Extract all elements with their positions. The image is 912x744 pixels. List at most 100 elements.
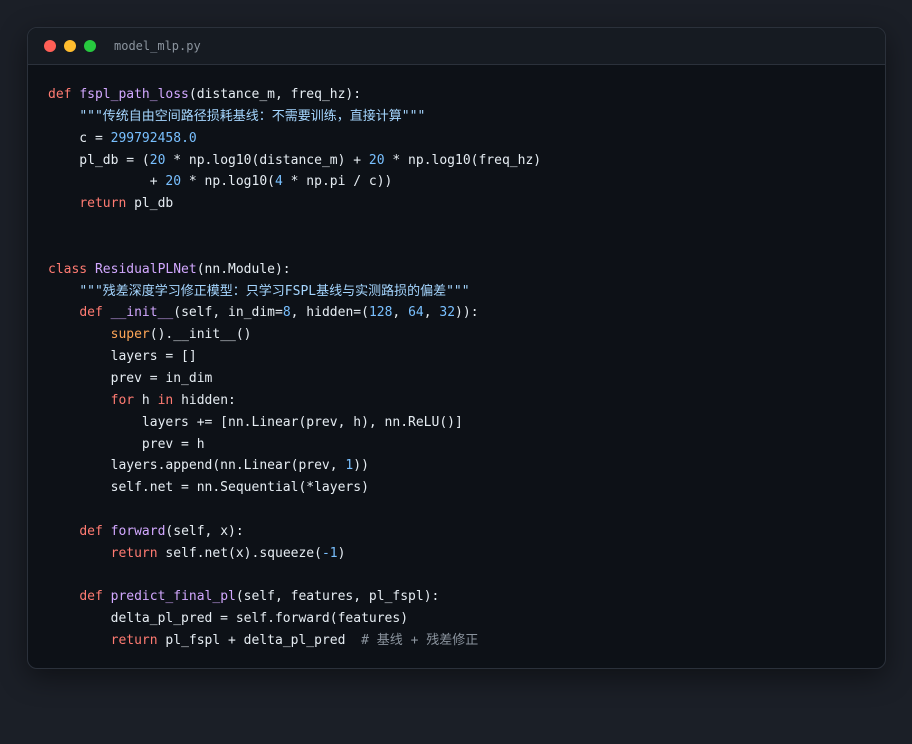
code-token: (self, x): <box>165 523 244 539</box>
code-token: prev = h <box>48 436 205 452</box>
code-token: 20 <box>165 174 182 190</box>
code-token: """残差深度学习修正模型：只学习FSPL基线与实测路损的偏差""" <box>79 283 470 299</box>
code-line: return pl_fspl + delta_pl_pred # 基线 + 残差… <box>48 630 541 652</box>
code-token: 299792458.0 <box>110 130 197 146</box>
code-token: -1 <box>321 545 338 561</box>
code-line: layers = [] <box>48 346 541 368</box>
code-token: (nn.Module): <box>196 261 291 277</box>
code-token: layers = [] <box>48 349 197 365</box>
code-token: (self, in_dim= <box>173 305 283 321</box>
code-token: h <box>134 392 158 408</box>
code-token: * np.pi / c)) <box>282 174 393 190</box>
code-token: pl_db <box>126 196 174 212</box>
code-line: pl_db = (20 * np.log10(distance_m) + 20 … <box>48 150 541 172</box>
maximize-button[interactable] <box>84 40 96 52</box>
code-line: ​ <box>48 565 541 587</box>
code-token: ().__init__() <box>149 327 252 343</box>
code-token: 4 <box>274 174 283 190</box>
code-token: """传统自由空间路径损耗基线：不需要训练，直接计算""" <box>79 108 426 124</box>
code-line: ​ <box>48 237 541 259</box>
code-token: , hidden=( <box>290 305 369 321</box>
code-token: 32 <box>439 305 456 321</box>
code-token: 128 <box>368 305 393 321</box>
code-token: , <box>392 305 409 321</box>
code-line: prev = in_dim <box>48 368 541 390</box>
code-line: def __init__(self, in_dim=8, hidden=(128… <box>48 302 541 324</box>
code-token: def <box>79 305 111 321</box>
code-token: in <box>157 392 174 408</box>
code-token: 20 <box>149 152 166 168</box>
code-token: return <box>110 545 158 561</box>
code-line: def fspl_path_loss(distance_m, freq_hz): <box>48 84 541 106</box>
code-line: prev = h <box>48 434 541 456</box>
code-token: self.net = nn.Sequential(*layers) <box>48 480 369 496</box>
code-token: hidden: <box>173 392 236 408</box>
code-token: , <box>423 305 440 321</box>
code-token: def <box>79 523 111 539</box>
code-token: 8 <box>282 305 291 321</box>
code-line: self.net = nn.Sequential(*layers) <box>48 477 541 499</box>
code-token: def <box>79 589 111 605</box>
code-token: fspl_path_loss <box>79 87 189 102</box>
code-token: )) <box>455 305 471 321</box>
file-name: model_mlp.py <box>114 39 201 53</box>
code-token: return <box>110 633 158 649</box>
code-token: prev = in_dim <box>48 370 213 386</box>
code-token: for <box>110 392 135 408</box>
code-line: def predict_final_pl(self, features, pl_… <box>48 586 541 608</box>
code-token: (self, features, pl_fspl): <box>235 589 440 605</box>
code-line: super().__init__() <box>48 324 541 346</box>
code-line: return pl_db <box>48 193 541 215</box>
code-line: ​ <box>48 215 541 237</box>
code-line: class ResidualPLNet(nn.Module): <box>48 259 541 281</box>
code-window: model_mlp.py def fspl_path_loss(distance… <box>27 27 886 669</box>
code-token: (distance_m, freq_hz): <box>188 87 362 102</box>
code-token: + <box>48 174 166 190</box>
code-line: c = 299792458.0 <box>48 128 541 150</box>
code-token: 20 <box>368 152 385 168</box>
code-token: c = <box>48 130 111 146</box>
code-token: ResidualPLNet <box>94 261 197 277</box>
code-token: layers.append(nn.Linear(prev, <box>48 458 346 474</box>
close-button[interactable] <box>44 40 56 52</box>
code-token: 64 <box>408 305 424 321</box>
code-token: # 基线 + 残差修正 <box>361 633 479 649</box>
code-token: pl_fspl + delta_pl_pred <box>157 633 362 649</box>
code-token: pl_db = ( <box>48 152 150 168</box>
code-token: delta_pl_pred = self.forward(features) <box>48 611 409 627</box>
code-token: self.net(x).squeeze( <box>157 545 322 561</box>
code-token: * np.log10( <box>181 174 275 190</box>
title-bar: model_mlp.py <box>28 28 885 65</box>
code-token: * np.log10(freq_hz) <box>384 152 542 168</box>
code-line: + 20 * np.log10(4 * np.pi / c)) <box>48 171 541 193</box>
code-token: : <box>470 305 479 321</box>
code-line: layers.append(nn.Linear(prev, 1)) <box>48 455 541 477</box>
code-token: forward <box>110 523 166 539</box>
code-line: delta_pl_pred = self.forward(features) <box>48 608 541 630</box>
minimize-button[interactable] <box>64 40 76 52</box>
code-block[interactable]: def fspl_path_loss(distance_m, freq_hz):… <box>48 84 541 652</box>
code-line: return self.net(x).squeeze(-1) <box>48 543 541 565</box>
code-line: """残差深度学习修正模型：只学习FSPL基线与实测路损的偏差""" <box>48 281 541 303</box>
code-token: super <box>110 327 150 343</box>
code-token: layers += [nn.Linear(prev, h), nn.ReLU()… <box>48 414 463 430</box>
code-line: for h in hidden: <box>48 390 541 412</box>
code-token: )) <box>353 458 369 474</box>
code-token: ) <box>337 545 346 561</box>
code-line: """传统自由空间路径损耗基线：不需要训练，直接计算""" <box>48 106 541 128</box>
code-line: ​ <box>48 499 541 521</box>
code-token: predict_final_pl <box>110 589 236 605</box>
code-token: * np.log10(distance_m) + <box>165 152 369 168</box>
code-token: class <box>48 261 95 277</box>
code-token: return <box>79 196 127 212</box>
code-line: layers += [nn.Linear(prev, h), nn.ReLU()… <box>48 412 541 434</box>
